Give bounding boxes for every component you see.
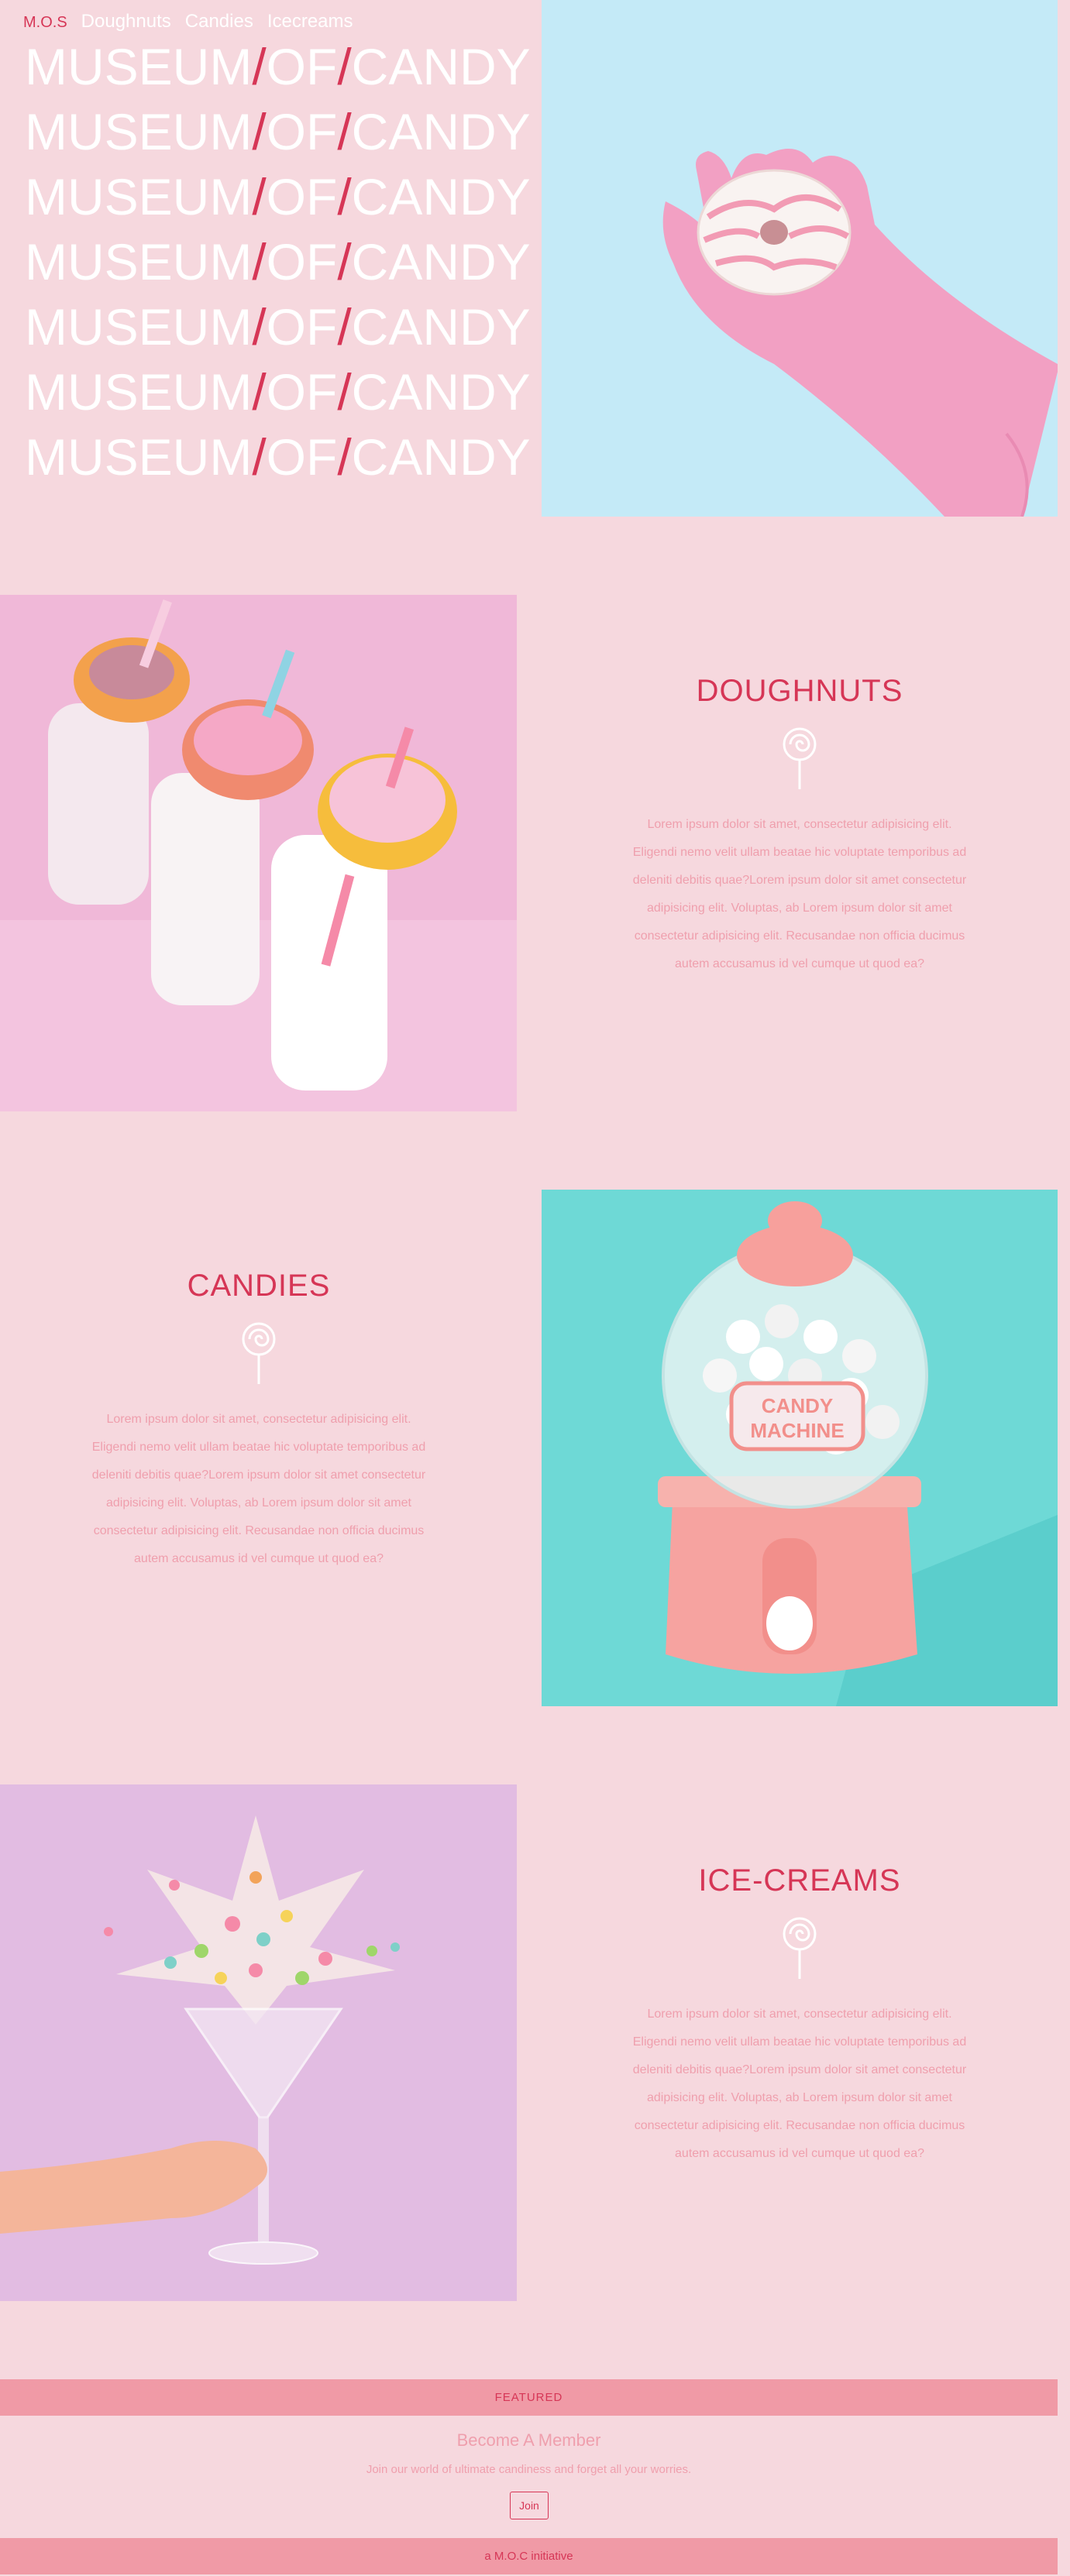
doughnuts-section: DOUGHNUTS Lorem ipsum dolor sit amet, co… (629, 674, 970, 978)
member-title: Become A Member (456, 2430, 601, 2450)
hero-title-line: MUSEUM/OF/CANDY (25, 428, 531, 486)
nav-link-doughnuts[interactable]: Doughnuts (81, 11, 171, 33)
hero-title-line: MUSEUM/OF/CANDY (25, 298, 531, 355)
section-body: Lorem ipsum dolor sit amet, consectetur … (91, 1413, 426, 1565)
top-nav: M.O.S Doughnuts Candies Icecreams (23, 11, 353, 33)
candies-section: CANDIES Lorem ipsum dolor sit amet, cons… (88, 1269, 429, 1573)
hero-title-line: MUSEUM/OF/CANDY (25, 38, 531, 95)
join-button[interactable]: Join (510, 2492, 549, 2519)
section-body: Lorem ipsum dolor sit amet, consectetur … (632, 2008, 967, 2160)
section-body: Lorem ipsum dolor sit amet, consectetur … (632, 818, 967, 970)
featured-bar: FEATURED (0, 2379, 1058, 2416)
nav-link-icecreams[interactable]: Icecreams (267, 11, 353, 33)
lollipop-icon (783, 1917, 817, 1979)
hero-title-line: MUSEUM/OF/CANDY (25, 363, 531, 421)
section-title: DOUGHNUTS (696, 674, 903, 708)
candy-machine-label-line2: MACHINE (750, 1419, 844, 1442)
glove-donut-photo (542, 0, 1058, 517)
candy-machine-label-line1: CANDY (762, 1394, 833, 1417)
logo-link[interactable]: M.O.S (23, 14, 67, 32)
hero-title-line: MUSEUM/OF/CANDY (25, 233, 531, 290)
hero-title-line: MUSEUM/OF/CANDY (25, 103, 531, 160)
lollipop-icon (242, 1322, 276, 1384)
sprinkles-glass-photo (0, 1784, 517, 2301)
candy-machine-photo: CANDY MACHINE (542, 1190, 1058, 1706)
initiative-bar: a M.O.C initiative (0, 2538, 1058, 2574)
section-title: ICE-CREAMS (698, 1863, 901, 1898)
hero-title-line: MUSEUM/OF/CANDY (25, 168, 531, 225)
hero-title: MUSEUM/OF/CANDY MUSEUM/OF/CANDY MUSEUM/O… (25, 34, 531, 489)
milk-donuts-photo (0, 595, 517, 1111)
section-title: CANDIES (187, 1269, 331, 1303)
lollipop-icon (783, 727, 817, 789)
icecreams-section: ICE-CREAMS Lorem ipsum dolor sit amet, c… (629, 1863, 970, 2168)
nav-link-candies[interactable]: Candies (185, 11, 253, 33)
member-subtitle: Join our world of ultimate candiness and… (366, 2463, 692, 2476)
